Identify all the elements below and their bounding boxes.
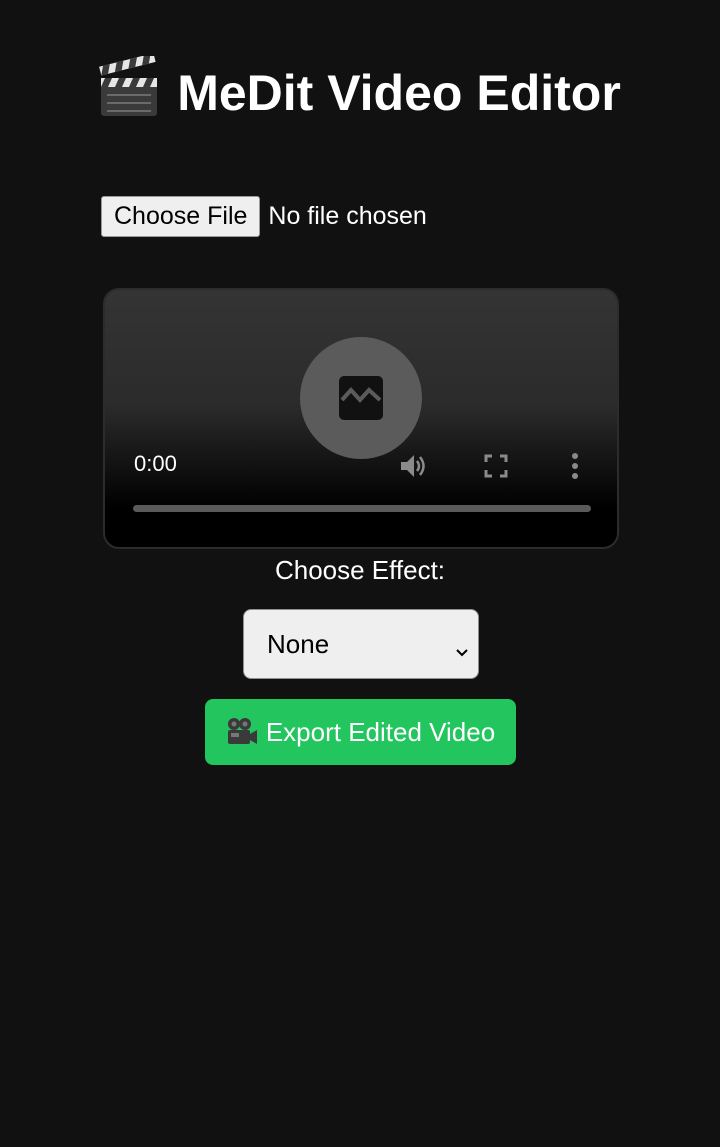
app-page: MeDit Video Editor Choose File No file c…: [0, 0, 720, 1147]
effect-label: Choose Effect:: [274, 555, 446, 585]
effect-selected-value: None: [267, 628, 330, 659]
broken-media-icon[interactable]: [300, 337, 422, 459]
more-options-icon[interactable]: [563, 450, 587, 482]
effect-select[interactable]: None: [243, 609, 479, 679]
file-input: Choose File No file chosen: [101, 196, 427, 237]
clapperboard-icon: [99, 53, 159, 135]
chevron-down-icon: [454, 636, 470, 657]
app-title: MeDit Video Editor: [177, 65, 621, 121]
progress-bar[interactable]: [133, 505, 591, 512]
app-header: MeDit Video Editor: [0, 53, 720, 135]
video-player[interactable]: 0:00: [103, 288, 619, 549]
file-status-text: No file chosen: [268, 202, 427, 230]
export-video-button[interactable]: Export Edited Video: [205, 699, 516, 765]
choose-file-button[interactable]: Choose File: [101, 196, 261, 237]
video-camera-icon: [226, 717, 258, 747]
fullscreen-icon[interactable]: [482, 452, 510, 480]
export-button-label: Export Edited Video: [265, 716, 496, 747]
volume-icon[interactable]: [397, 450, 429, 482]
current-time: 0:00: [134, 451, 177, 476]
